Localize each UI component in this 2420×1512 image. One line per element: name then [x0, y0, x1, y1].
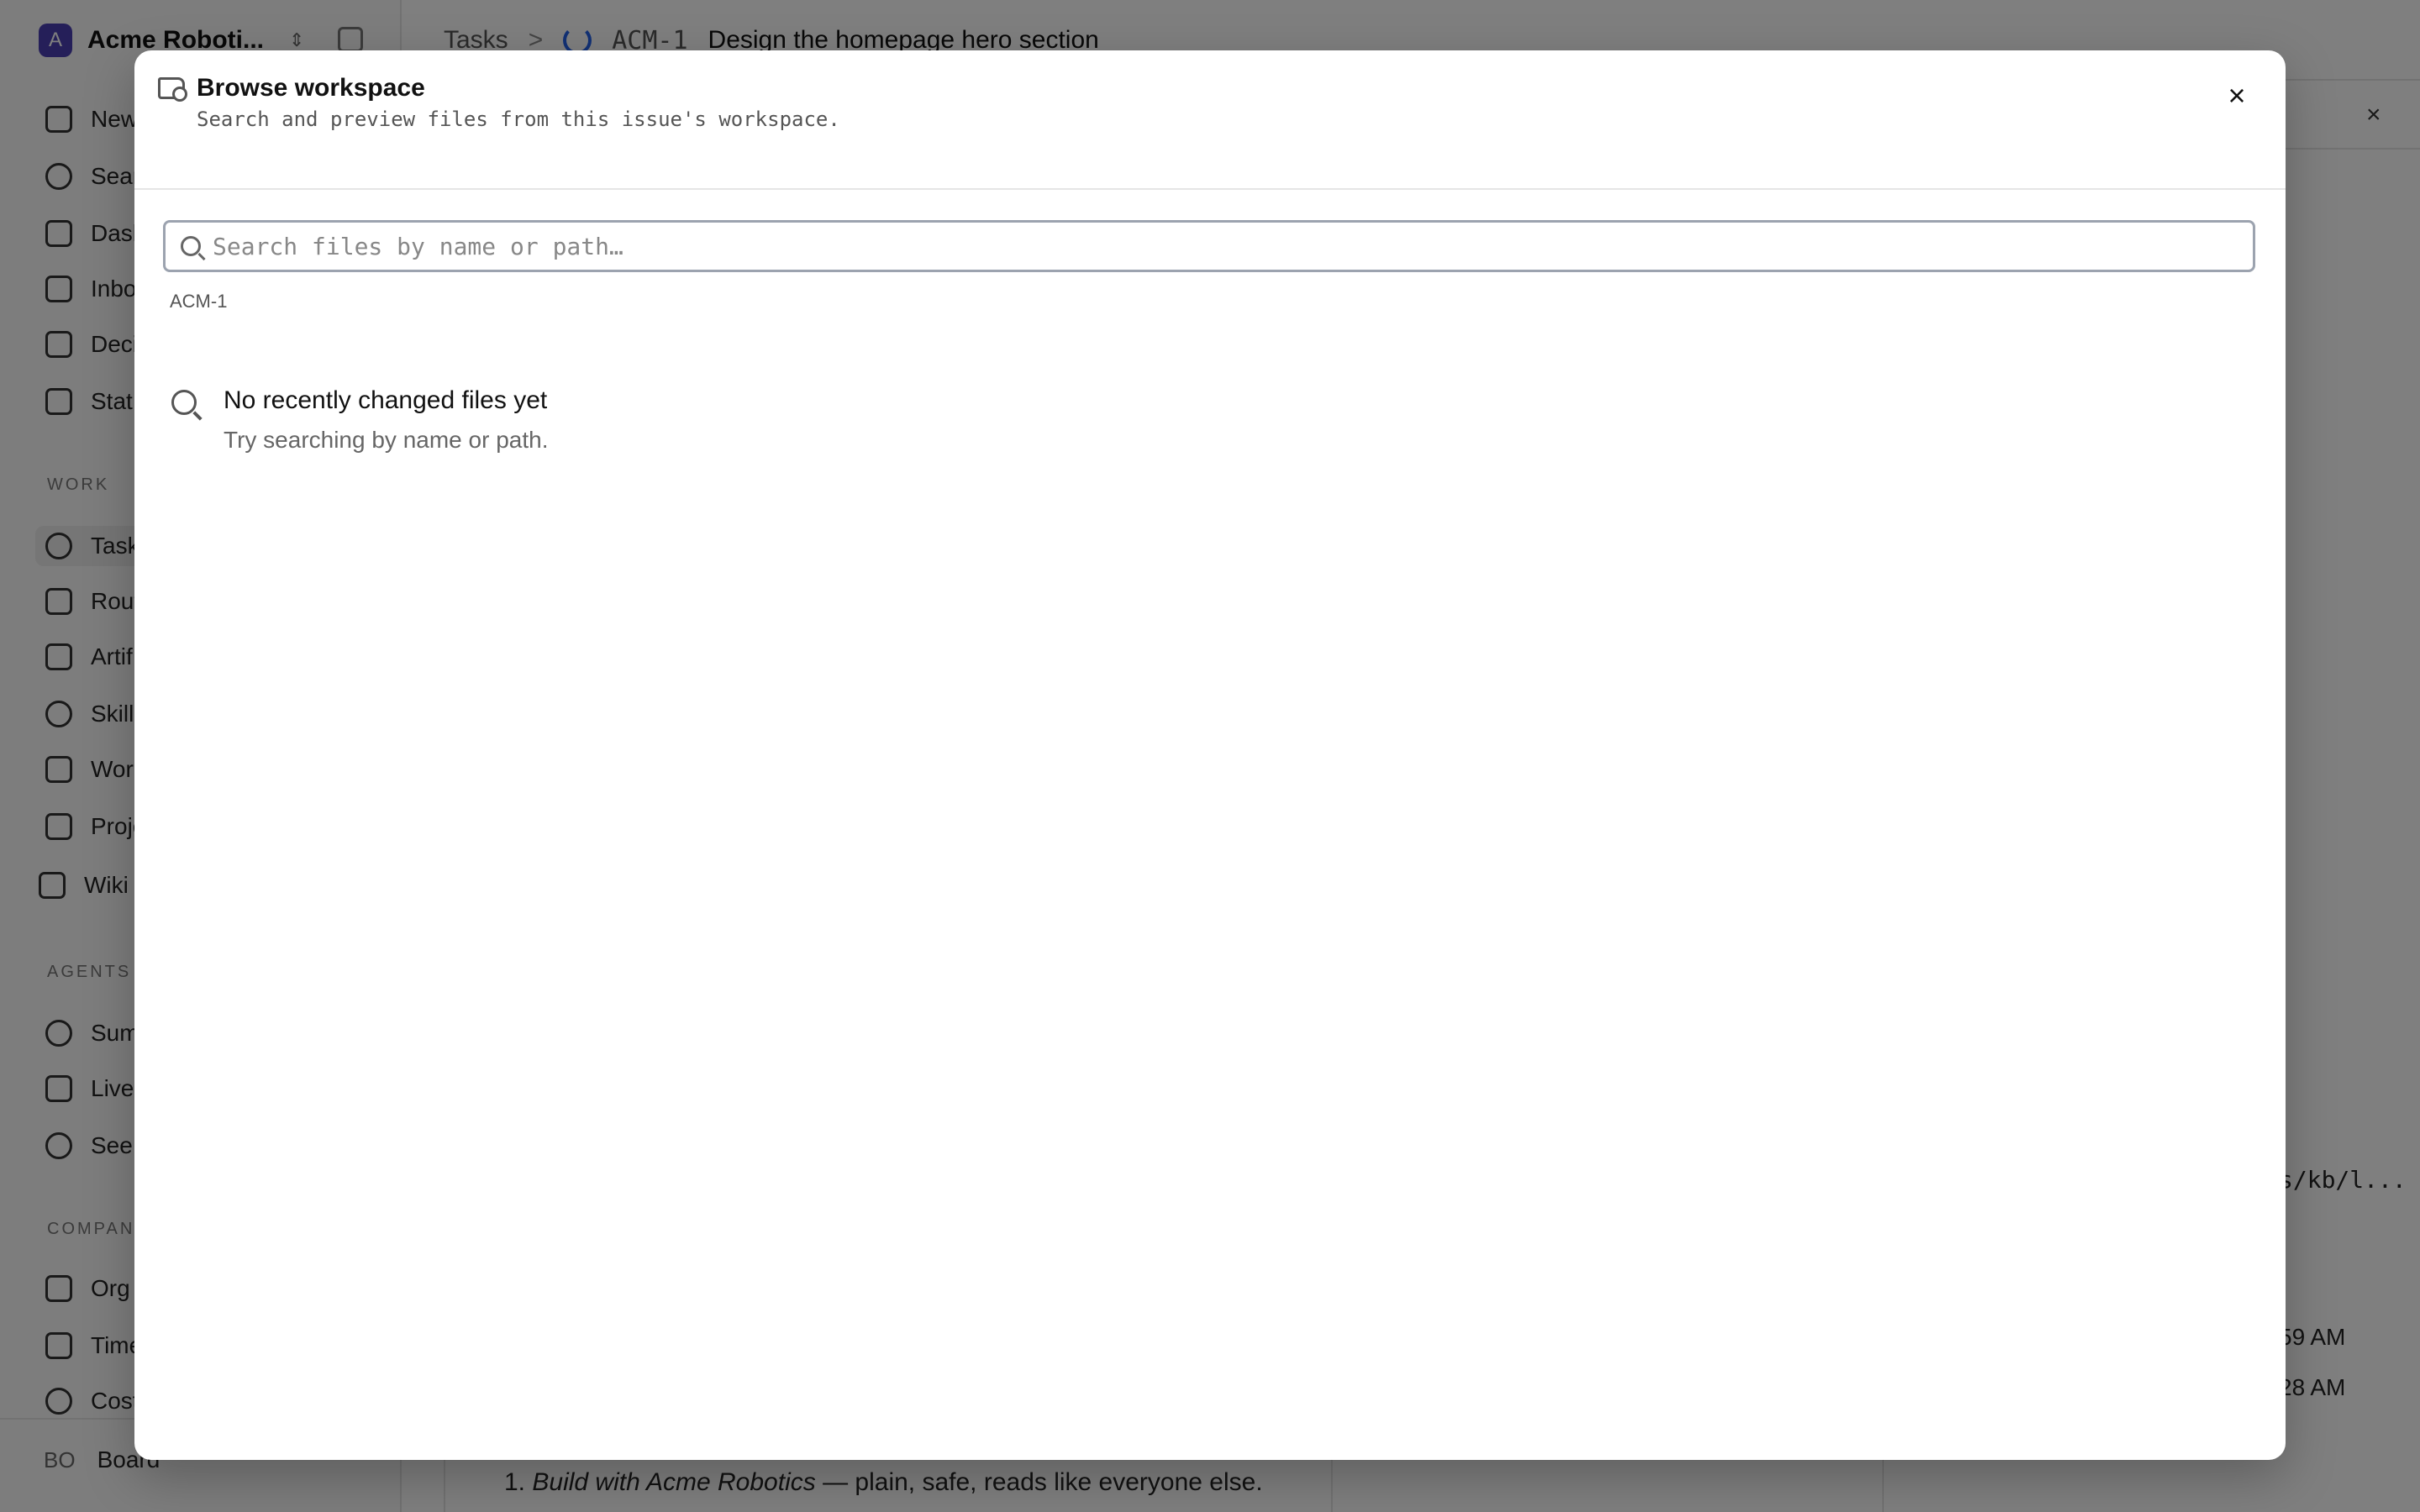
empty-state-hint: Try searching by name or path.	[224, 427, 549, 453]
dialog-header: Browse workspace Search and preview file…	[134, 50, 2286, 190]
search-icon	[171, 390, 197, 415]
dialog-subtitle: Search and preview files from this issue…	[197, 108, 840, 131]
file-search-box	[163, 220, 2255, 272]
folder-search-icon	[158, 77, 187, 102]
empty-state-title: No recently changed files yet	[224, 386, 548, 414]
file-search-input[interactable]	[213, 223, 2253, 270]
browse-workspace-dialog: Browse workspace Search and preview file…	[134, 50, 2286, 1460]
dialog-title: Browse workspace	[197, 74, 425, 102]
workspace-scope-label: ACM-1	[170, 291, 228, 312]
search-icon	[181, 236, 201, 256]
close-icon[interactable]: ×	[2217, 76, 2257, 116]
